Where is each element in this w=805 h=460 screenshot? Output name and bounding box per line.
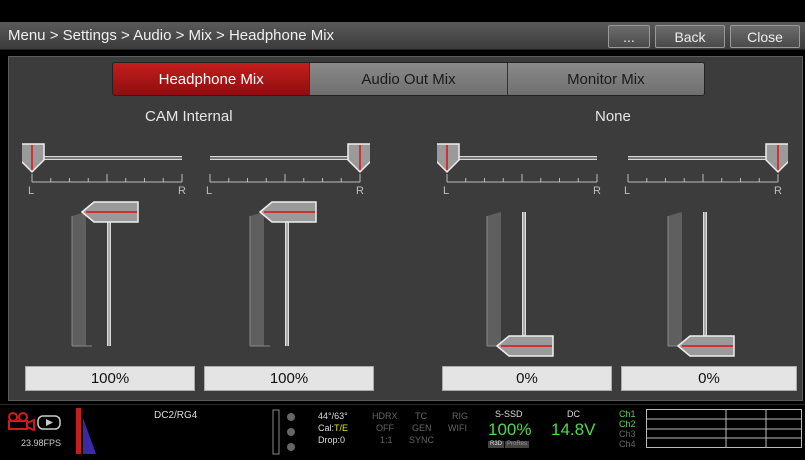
level-value-1[interactable]: 100% bbox=[25, 366, 195, 391]
pan-handle bbox=[347, 143, 370, 174]
hdrx-label: HDRX bbox=[372, 411, 398, 421]
pan-slider-3[interactable]: LR bbox=[437, 142, 607, 197]
tab-monitor-mix[interactable]: Monitor Mix bbox=[506, 63, 704, 95]
pan-slider-4[interactable]: LR bbox=[618, 142, 788, 197]
power-label: DC bbox=[567, 409, 580, 419]
level-meter-wedge bbox=[250, 212, 264, 346]
level-meter-wedge bbox=[668, 212, 682, 346]
pan-handle bbox=[765, 143, 788, 174]
pan-left-label: L bbox=[443, 185, 449, 197]
tc-value: GEN bbox=[412, 423, 432, 433]
pan-right-label: R bbox=[593, 185, 601, 197]
level-value-3[interactable]: 0% bbox=[442, 366, 612, 391]
breadcrumb: Menu > Settings > Audio > Mix > Headphon… bbox=[8, 27, 335, 44]
status-indicator-icons bbox=[272, 409, 295, 455]
ratio-value: 1:1 bbox=[380, 435, 393, 445]
hdrx-value: OFF bbox=[376, 423, 394, 433]
camera-record-icon bbox=[8, 412, 61, 431]
level-fader-1[interactable] bbox=[66, 200, 156, 360]
pan-left-label: L bbox=[206, 185, 212, 197]
pan-left-label: L bbox=[28, 185, 34, 197]
preset-readout: DC2/RG4 bbox=[154, 410, 198, 421]
wifi-label: WIFI bbox=[448, 423, 467, 433]
pan-handle bbox=[437, 143, 460, 174]
pan-right-label: R bbox=[774, 185, 782, 197]
status-bar: 23.98FPS DC2/RG4 44°/63° Cal:T/E Drop:0 … bbox=[0, 404, 805, 460]
pan-left-label: L bbox=[624, 185, 630, 197]
pan-slider-1[interactable]: LR bbox=[22, 142, 192, 197]
pan-handle bbox=[22, 143, 45, 174]
fps-readout: 23.98FPS bbox=[21, 438, 62, 448]
level-fader-4[interactable] bbox=[662, 200, 752, 360]
media-tag-prores: ProRes bbox=[505, 441, 530, 448]
level-meter-wedge bbox=[487, 212, 501, 346]
mix-tabs: Headphone Mix Audio Out Mix Monitor Mix bbox=[112, 62, 705, 96]
more-button[interactable]: ... bbox=[608, 25, 650, 48]
record-meter-icon bbox=[76, 408, 96, 454]
media-tag-r3d: R3D bbox=[488, 441, 505, 448]
level-value-4[interactable]: 0% bbox=[621, 366, 797, 391]
title-bar: Menu > Settings > Audio > Mix > Headphon… bbox=[0, 22, 805, 50]
tab-audio-out-mix[interactable]: Audio Out Mix bbox=[309, 63, 507, 95]
audio-meters bbox=[646, 409, 802, 448]
tab-headphone-mix[interactable]: Headphone Mix bbox=[113, 63, 310, 95]
drop-readout: Drop:0 bbox=[318, 435, 346, 445]
power-value: 14.8V bbox=[551, 420, 596, 439]
rig-label: RIG bbox=[452, 411, 469, 421]
tc-label: TC bbox=[415, 411, 427, 421]
calibration-value: T/E bbox=[334, 423, 349, 433]
level-fader-2[interactable] bbox=[244, 200, 334, 360]
level-fader-3[interactable] bbox=[481, 200, 571, 360]
level-value-2[interactable]: 100% bbox=[204, 366, 374, 391]
calibration-readout: Cal:T/E bbox=[318, 423, 348, 434]
pan-right-label: R bbox=[178, 185, 186, 197]
calibration-label: Cal: bbox=[318, 423, 335, 433]
media-value: 100% bbox=[488, 420, 532, 439]
group-label-cam-internal: CAM Internal bbox=[145, 108, 233, 125]
group-label-none: None bbox=[595, 108, 631, 125]
pan-slider-2[interactable]: LR bbox=[200, 142, 370, 197]
channel-label-4: Ch4 bbox=[619, 439, 636, 449]
pan-right-label: R bbox=[356, 185, 364, 197]
temperature-readout: 44°/63° bbox=[318, 411, 348, 421]
media-label: S-SSD bbox=[495, 409, 523, 419]
close-button[interactable]: Close bbox=[730, 25, 800, 48]
level-meter-wedge bbox=[72, 212, 86, 346]
sync-label: SYNC bbox=[409, 435, 435, 445]
back-button[interactable]: Back bbox=[655, 25, 725, 48]
